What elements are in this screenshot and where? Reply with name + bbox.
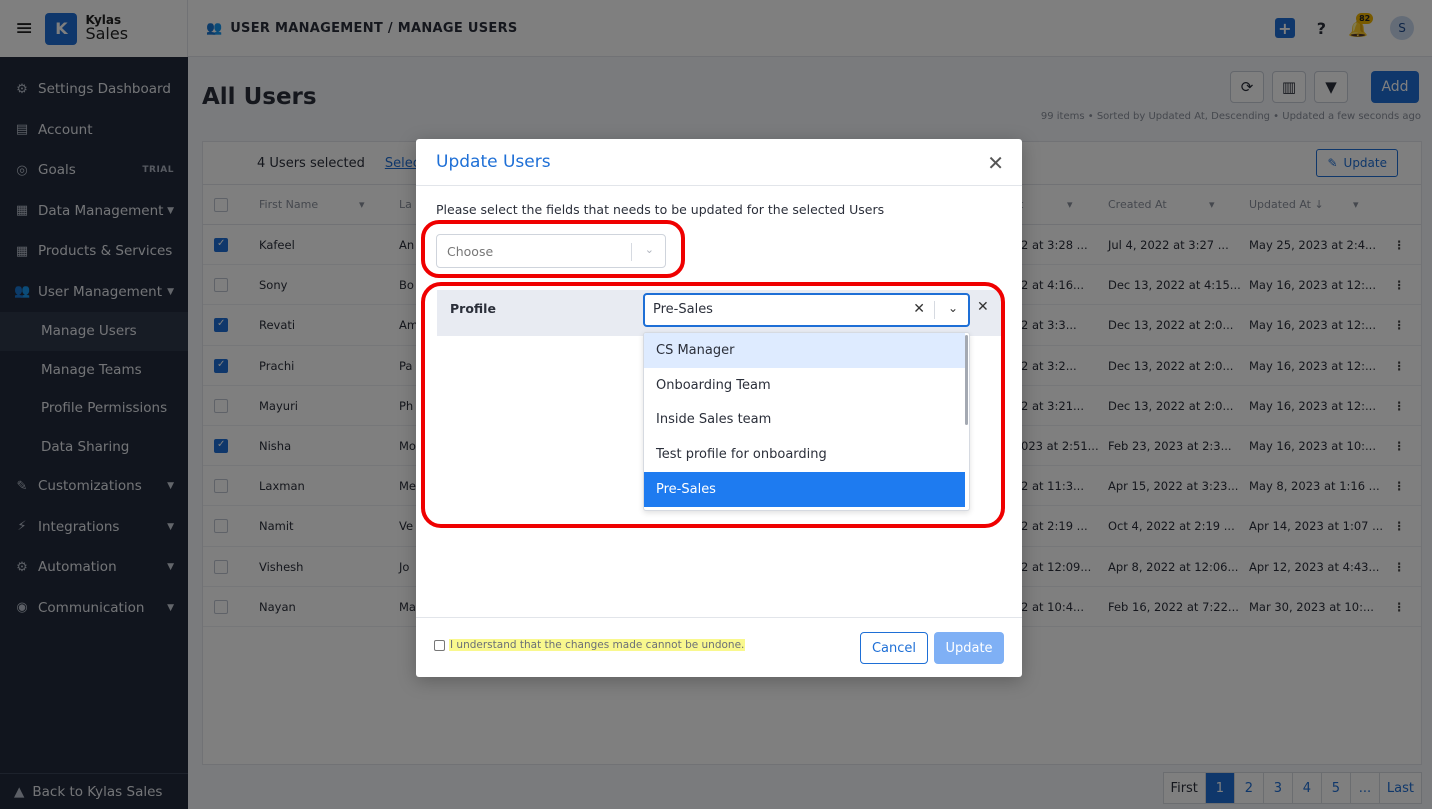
highlight-ring	[421, 220, 685, 278]
modal-description: Please select the fields that needs to b…	[436, 202, 885, 217]
acknowledge-text: I understand that the changes made canno…	[449, 639, 746, 651]
acknowledge-checkbox-row[interactable]: I understand that the changes made canno…	[434, 639, 746, 651]
update-users-modal: Update Users ✕ Please select the fields …	[416, 139, 1022, 677]
update-button[interactable]: Update	[934, 632, 1004, 664]
modal-title: Update Users	[436, 152, 551, 172]
acknowledge-checkbox[interactable]	[434, 639, 445, 651]
highlight-ring	[421, 282, 1005, 528]
modal-header: Update Users	[416, 139, 1022, 186]
close-icon[interactable]: ✕	[987, 151, 1004, 175]
cancel-button[interactable]: Cancel	[860, 632, 928, 664]
modal-footer: I understand that the changes made canno…	[416, 617, 1022, 677]
